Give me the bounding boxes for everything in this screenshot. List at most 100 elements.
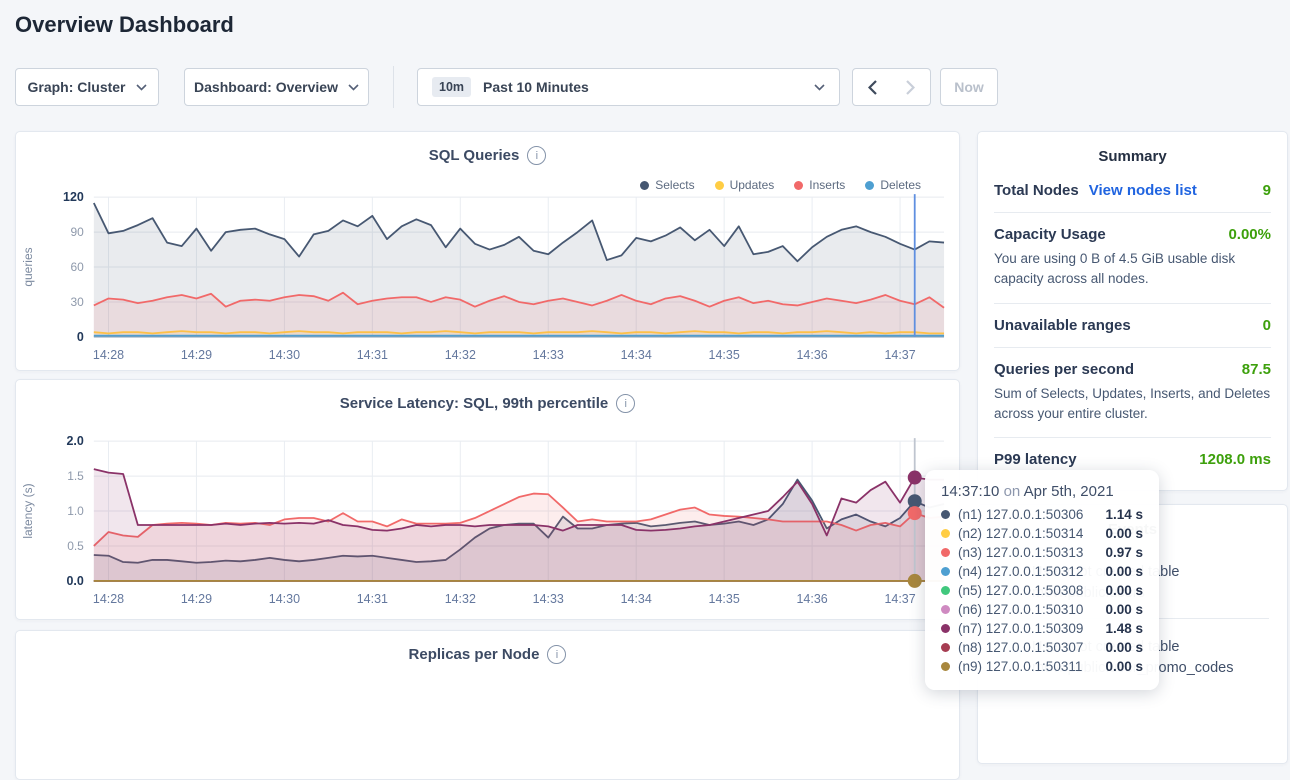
chevron-left-icon [868, 80, 877, 95]
hover-marker [908, 506, 922, 520]
summary-row-label: Unavailable ranges [994, 317, 1131, 334]
summary-row: Unavailable ranges0 [994, 303, 1271, 347]
sql-queries-chart[interactable]: 030609012014:2814:2914:3014:3114:3214:33… [16, 189, 959, 374]
sql-queries-title-text: SQL Queries [429, 147, 520, 164]
svg-text:2.0: 2.0 [67, 434, 84, 448]
node-color-dot-icon [941, 529, 950, 538]
svg-text:1.5: 1.5 [67, 469, 84, 483]
summary-panel: Summary Total NodesView nodes list9Capac… [977, 131, 1288, 491]
summary-title: Summary [978, 132, 1287, 165]
svg-text:0.0: 0.0 [67, 574, 84, 588]
svg-text:latency (s): latency (s) [21, 483, 35, 538]
summary-row: Total NodesView nodes list9 [994, 169, 1271, 212]
svg-text:14:34: 14:34 [621, 348, 652, 362]
replicas-per-node-title-text: Replicas per Node [409, 646, 540, 663]
time-range-dropdown[interactable]: 10m Past 10 Minutes [417, 68, 840, 106]
tooltip-row: (n6) 127.0.0.1:50310 0.00 s [941, 602, 1143, 617]
node-color-dot-icon [941, 605, 950, 614]
summary-row-main: Capacity Usage0.00% [994, 226, 1271, 243]
time-next-button[interactable] [891, 68, 931, 106]
node-color-dot-icon [941, 624, 950, 633]
tooltip-node-label: (n9) 127.0.0.1:50311 [958, 659, 1082, 674]
svg-text:14:33: 14:33 [533, 348, 564, 362]
replicas-per-node-title: Replicas per Node i [16, 645, 959, 664]
tooltip-node-label: (n8) 127.0.0.1:50307 [958, 640, 1083, 655]
hover-marker [908, 494, 922, 508]
svg-text:14:31: 14:31 [357, 592, 388, 606]
summary-row-main: Queries per second87.5 [994, 361, 1271, 378]
summary-row-main: P99 latency1208.0 ms [994, 451, 1271, 468]
svg-text:0: 0 [77, 330, 84, 344]
svg-text:14:36: 14:36 [797, 348, 828, 362]
tooltip-node-value: 0.00 s [1105, 564, 1143, 579]
dashboard-selector-dropdown[interactable]: Dashboard: Overview [184, 68, 369, 106]
summary-rows: Total NodesView nodes list9Capacity Usag… [978, 165, 1287, 481]
tooltip-node-label: (n7) 127.0.0.1:50309 [958, 621, 1083, 636]
service-latency-title-text: Service Latency: SQL, 99th percentile [340, 395, 608, 412]
time-range-badge: 10m [432, 77, 471, 97]
info-icon[interactable]: i [527, 146, 546, 165]
graph-selector-dropdown[interactable]: Graph: Cluster [15, 68, 159, 106]
view-nodes-list-link[interactable]: View nodes list [1089, 182, 1197, 199]
info-icon[interactable]: i [616, 394, 635, 413]
svg-text:14:28: 14:28 [93, 348, 124, 362]
summary-row-value: 0.00% [1228, 226, 1271, 243]
tooltip-node-value: 1.48 s [1105, 621, 1143, 636]
svg-text:60: 60 [71, 260, 85, 274]
svg-text:14:28: 14:28 [93, 592, 124, 606]
tooltip-node-value: 0.00 s [1105, 526, 1143, 541]
svg-text:14:35: 14:35 [709, 592, 740, 606]
service-latency-chart[interactable]: 0.0 0.5 1.0 1.5 2.0 14:28 14:29 14:30 14:31 14:32… [16, 433, 959, 618]
hover-marker [908, 471, 922, 485]
svg-text:120: 120 [63, 190, 84, 204]
summary-row: Queries per second87.5 Sum of Selects, Up… [994, 347, 1271, 438]
tooltip-row: (n9) 127.0.0.1:50311 0.00 s [941, 659, 1143, 674]
summary-row-description: Sum of Selects, Updates, Inserts, and De… [994, 384, 1271, 425]
tooltip-node-value: 0.00 s [1105, 640, 1143, 655]
time-range-label: Past 10 Minutes [483, 79, 589, 95]
tooltip-node-value: 0.00 s [1105, 659, 1143, 674]
tooltip-node-value: 0.97 s [1105, 545, 1143, 560]
svg-text:queries: queries [21, 247, 35, 286]
svg-text:1.0: 1.0 [67, 504, 84, 518]
svg-text:14:29: 14:29 [181, 592, 212, 606]
tooltip-node-label: (n6) 127.0.0.1:50310 [958, 602, 1083, 617]
graph-selector-label: Graph: Cluster [27, 79, 125, 95]
svg-text:14:31: 14:31 [357, 348, 388, 362]
summary-row-main: Unavailable ranges0 [994, 317, 1271, 334]
toolbar-divider [393, 66, 394, 108]
tooltip-node-value: 0.00 s [1105, 583, 1143, 598]
tooltip-node-value: 0.00 s [1105, 602, 1143, 617]
tooltip-node-label: (n4) 127.0.0.1:50312 [958, 564, 1083, 579]
svg-text:14:32: 14:32 [445, 592, 476, 606]
tooltip-row: (n8) 127.0.0.1:50307 0.00 s [941, 640, 1143, 655]
replicas-per-node-panel: Replicas per Node i [15, 630, 960, 780]
svg-text:14:37: 14:37 [884, 348, 915, 362]
summary-row-label: Total Nodes [994, 182, 1079, 199]
svg-text:14:33: 14:33 [533, 592, 564, 606]
node-color-dot-icon [941, 643, 950, 652]
svg-text:90: 90 [71, 225, 85, 239]
svg-text:30: 30 [71, 295, 85, 309]
chevron-down-icon [348, 84, 359, 91]
summary-row-main: Total NodesView nodes list9 [994, 182, 1271, 199]
svg-text:14:37: 14:37 [884, 592, 915, 606]
tooltip-node-label: (n2) 127.0.0.1:50314 [958, 526, 1083, 541]
tooltip-row: (n5) 127.0.0.1:503080.00 s [941, 583, 1143, 598]
tooltip-row: (n3) 127.0.0.1:503130.97 s [941, 545, 1143, 560]
node-color-dot-icon [941, 510, 950, 519]
svg-text:0.5: 0.5 [67, 539, 84, 553]
summary-row-label: Queries per second [994, 361, 1134, 378]
node-color-dot-icon [941, 548, 950, 557]
tooltip-row: (n7) 127.0.0.1:50309 1.48 s [941, 621, 1143, 636]
tooltip-node-value: 1.14 s [1105, 507, 1143, 522]
svg-text:14:30: 14:30 [269, 348, 300, 362]
dashboard-selector-label: Dashboard: Overview [194, 79, 338, 95]
svg-text:14:30: 14:30 [269, 592, 300, 606]
svg-text:14:36: 14:36 [797, 592, 828, 606]
now-button[interactable]: Now [940, 68, 998, 106]
info-icon[interactable]: i [547, 645, 566, 664]
node-color-dot-icon [941, 586, 950, 595]
time-prev-button[interactable] [852, 68, 892, 106]
tooltip-row: (n1) 127.0.0.1:503061.14 s [941, 507, 1143, 522]
